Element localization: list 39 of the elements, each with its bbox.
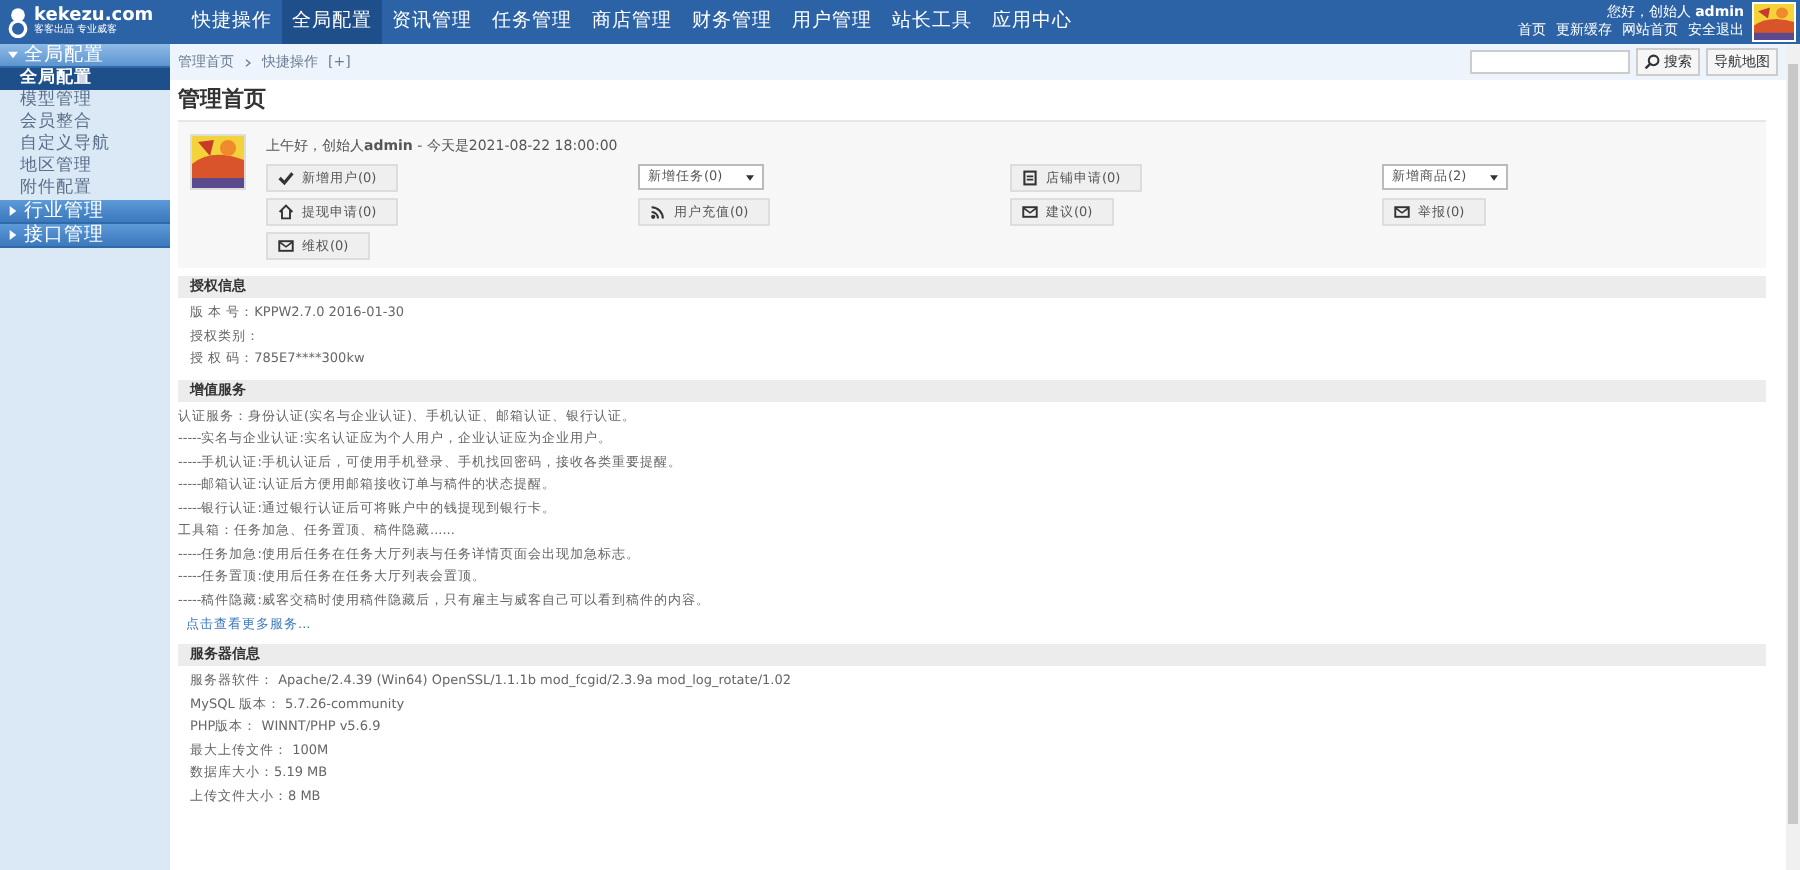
mail-icon [1022,204,1038,220]
chevron-icon [244,57,252,67]
nav-tab[interactable]: 用户管理 [782,0,882,44]
group-label: 行业管理 [24,200,104,222]
nav-tab[interactable]: 任务管理 [482,0,582,44]
group-label: 全局配置 [24,44,104,66]
sidebar-item[interactable]: 模型管理 [0,90,170,112]
caret-right-icon [8,206,18,216]
nav-tab[interactable]: 站长工具 [882,0,982,44]
page-title: 管理首页 [176,84,268,116]
caret-down-icon [8,50,18,60]
nav-tab[interactable]: 资讯管理 [382,0,482,44]
scrollbar[interactable] [1786,44,1800,870]
caret-right-icon [8,230,18,240]
home-icon [278,204,294,220]
sidebar-item[interactable]: 会员整合 [0,112,170,134]
nav-tab[interactable]: 快捷操作 [182,0,282,44]
sidebar-item[interactable]: 附件配置 [0,178,170,200]
logo-text: kekezu.com [34,8,154,26]
sidebar-group[interactable]: 行业管理 [0,200,170,224]
check-icon [278,170,294,186]
nav-tab[interactable]: 应用中心 [982,0,1082,44]
document-icon [1022,170,1038,186]
caret-icon [746,173,755,181]
caret-icon [1490,173,1499,181]
sidebar-item[interactable]: 全局配置 [0,68,170,90]
sidebar-item[interactable]: 地区管理 [0,156,170,178]
mail-icon [1394,204,1410,220]
search-icon [1644,54,1660,70]
group-label: 接口管理 [24,224,104,246]
sidebar-item[interactable]: 自定义导航 [0,134,170,156]
rss-icon [650,204,666,220]
search-field[interactable] [1470,50,1630,74]
logo-icon [6,6,30,38]
nav-tab[interactable]: 财务管理 [682,0,782,44]
mail-icon [278,238,294,254]
sidebar-group[interactable]: 接口管理 [0,224,170,248]
nav-tab[interactable]: 商店管理 [582,0,682,44]
nav-tab[interactable]: 全局配置 [282,0,382,44]
